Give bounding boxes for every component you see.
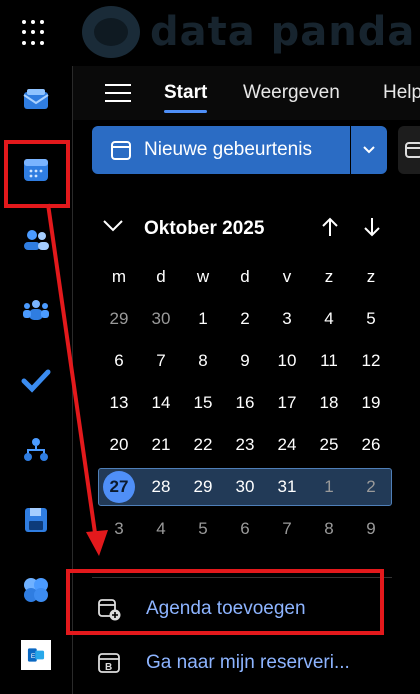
weekday-label: v	[282, 267, 292, 286]
annotation-box-calendar	[4, 140, 70, 208]
chevron-down-icon	[363, 146, 375, 154]
cloud-icon[interactable]	[20, 574, 52, 606]
day-cell[interactable]: 22	[182, 435, 224, 455]
day-cell[interactable]: 25	[308, 435, 350, 455]
bookings-icon: B	[98, 653, 120, 673]
day-cell[interactable]: 2	[224, 309, 266, 329]
week-row-selected: 27 28 29 30 31 1 2	[98, 466, 392, 508]
today-marker: 27	[103, 471, 135, 503]
day-cell[interactable]: 29	[182, 477, 224, 497]
weekday-label: z	[324, 267, 334, 286]
tab-help[interactable]: Help	[383, 82, 420, 104]
day-cell[interactable]: 12	[350, 351, 392, 371]
save-icon[interactable]	[20, 504, 52, 536]
day-cell[interactable]: 24	[266, 435, 308, 455]
day-cell[interactable]: 5	[182, 519, 224, 539]
day-cell[interactable]: 9	[350, 519, 392, 539]
ribbon-tabs: Start Weergeven Help	[73, 66, 420, 120]
app-launcher-icon[interactable]	[22, 20, 48, 46]
week-row: 20 21 22 23 24 25 26	[98, 424, 392, 466]
previous-month-icon[interactable]	[320, 216, 340, 238]
day-cell[interactable]: 6	[98, 351, 140, 371]
day-cell[interactable]: 8	[308, 519, 350, 539]
month-label[interactable]: Oktober 2025	[144, 218, 264, 240]
todo-icon[interactable]	[20, 364, 52, 396]
day-cell[interactable]: 29	[98, 309, 140, 329]
day-cell[interactable]: 19	[350, 393, 392, 413]
day-cell[interactable]: 5	[350, 309, 392, 329]
top-bar: data panda	[0, 0, 420, 66]
overflow-toolbar-button[interactable]	[398, 126, 420, 174]
mini-calendar-header: Oktober 2025	[96, 212, 396, 246]
new-event-dropdown[interactable]	[351, 126, 387, 174]
week-row: 3 4 5 6 7 8 9	[98, 508, 392, 550]
annotation-box-add-calendar	[66, 569, 384, 635]
day-cell[interactable]: 3	[98, 519, 140, 539]
org-icon[interactable]	[20, 434, 52, 466]
calendar-view-icon	[405, 142, 420, 158]
day-cell[interactable]: 2	[350, 477, 392, 497]
tab-weergeven[interactable]: Weergeven	[243, 82, 340, 104]
bookings-label: Ga naar mijn reserveri...	[146, 652, 350, 673]
day-cell[interactable]: 8	[182, 351, 224, 371]
tab-start[interactable]: Start	[164, 82, 208, 113]
day-cell[interactable]: 31	[266, 477, 308, 497]
day-cell[interactable]: 11	[308, 351, 350, 371]
day-cell[interactable]: 15	[182, 393, 224, 413]
day-cell[interactable]: 28	[140, 477, 182, 497]
calendar-outline-icon	[111, 141, 131, 160]
day-cell[interactable]: 4	[140, 519, 182, 539]
day-cell[interactable]: 7	[266, 519, 308, 539]
next-month-icon[interactable]	[362, 216, 382, 238]
day-cell[interactable]: 23	[224, 435, 266, 455]
brand-logo: data panda	[82, 6, 415, 58]
svg-text:E: E	[31, 653, 36, 660]
weekday-label: d	[240, 267, 250, 286]
weekday-label: z	[366, 267, 376, 286]
bookings-link[interactable]: B Ga naar mijn reserveri...	[96, 646, 350, 680]
day-cell[interactable]: 1	[182, 309, 224, 329]
day-cell[interactable]: 30	[224, 477, 266, 497]
week-row: 6 7 8 9 10 11 12	[98, 340, 392, 382]
day-cell[interactable]: 9	[224, 351, 266, 371]
day-cell[interactable]: 4	[308, 309, 350, 329]
day-cell-today[interactable]: 27	[98, 471, 140, 503]
collapse-chevron-icon[interactable]	[102, 218, 124, 234]
day-cell[interactable]: 14	[140, 393, 182, 413]
mail-icon[interactable]	[20, 84, 52, 116]
exchange-icon[interactable]: E	[21, 640, 51, 670]
day-cell[interactable]: 20	[98, 435, 140, 455]
week-row: 29 30 1 2 3 4 5	[98, 298, 392, 340]
new-event-button[interactable]: Nieuwe gebeurtenis	[92, 126, 350, 174]
day-cell[interactable]: 18	[308, 393, 350, 413]
hamburger-menu-icon[interactable]	[105, 84, 131, 102]
people-icon[interactable]	[20, 224, 52, 256]
weekday-label: m	[111, 267, 127, 286]
day-cell[interactable]: 3	[266, 309, 308, 329]
teams-icon[interactable]	[20, 294, 52, 326]
day-cell[interactable]: 21	[140, 435, 182, 455]
weekday-label: w	[196, 267, 210, 286]
day-cell[interactable]: 1	[308, 477, 350, 497]
day-cell[interactable]: 17	[266, 393, 308, 413]
day-cell[interactable]: 26	[350, 435, 392, 455]
brand-logo-text: data panda	[150, 9, 416, 55]
weekday-row: m d w d v z z	[98, 256, 392, 298]
day-cell[interactable]: 6	[224, 519, 266, 539]
day-cell[interactable]: 10	[266, 351, 308, 371]
panda-logo-icon	[82, 6, 140, 58]
week-row: 13 14 15 16 17 18 19	[98, 382, 392, 424]
day-cell[interactable]: 7	[140, 351, 182, 371]
day-cell[interactable]: 16	[224, 393, 266, 413]
day-cell[interactable]: 13	[98, 393, 140, 413]
svg-text:B: B	[105, 662, 112, 673]
weekday-label: d	[156, 267, 166, 286]
new-event-label: Nieuwe gebeurtenis	[144, 139, 312, 160]
mini-calendar-grid: m d w d v z z 29 30 1 2 3 4 5 6 7 8 9 10…	[98, 256, 392, 550]
day-cell[interactable]: 30	[140, 309, 182, 329]
